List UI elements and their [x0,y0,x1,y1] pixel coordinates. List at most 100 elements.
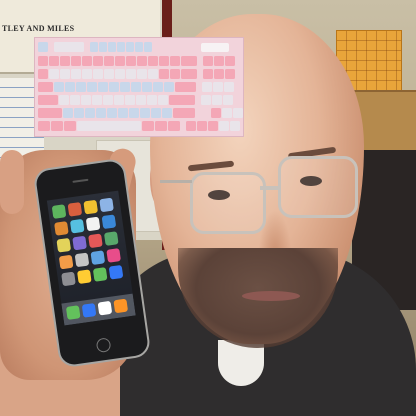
keyboard-row [38,121,240,131]
keyboard-key [214,69,224,79]
keyboard-key [164,82,174,92]
keyboard-key [38,69,48,79]
app-icon [83,199,99,215]
keyboard-key [38,56,48,66]
keyboard-key [214,56,224,66]
keyboard-key [54,82,64,92]
keyboard-key [38,42,48,52]
keyboard-gap [197,82,201,92]
keyboard-key [77,121,141,131]
keyboard-key [129,108,139,118]
app-icon [56,237,72,253]
keyboard-key [96,108,106,118]
keyboard-key [136,95,146,105]
keyboard-key [104,56,114,66]
keyboard-logo-area [201,43,229,52]
keyboard-key [222,108,232,118]
app-icon [51,204,67,219]
keyboard-key [49,56,59,66]
keyboard-key [82,56,92,66]
keyboard-key [51,121,63,131]
keyboard-key [159,56,169,66]
app-icon [74,252,90,268]
keyboard-key [168,121,180,131]
keyboard-key [142,82,152,92]
keyboard-key [103,95,113,105]
app-icon [106,248,121,263]
keyboard-key [108,42,116,52]
keyboard-key [212,95,222,105]
keyboard-key [201,95,211,105]
keyboard-key [65,82,75,92]
keyboard-key [197,121,207,131]
keyboard-key [213,82,223,92]
keyboard-row [38,95,233,105]
keyboard-key [109,82,119,92]
phone-dock [61,293,136,326]
keyboard-key [115,69,125,79]
keyboard-key [140,108,150,118]
keyboard-key [144,42,152,52]
keyboard-key [126,56,136,66]
keyboard-key [181,56,197,66]
keyboard-key [98,82,108,92]
mouth [242,291,300,301]
keyboard-key [81,95,91,105]
keyboard-key [135,42,143,52]
phone-speaker [72,178,89,183]
keyboard-key [99,42,107,52]
keyboard-key [203,56,213,66]
keyboard-key [82,69,92,79]
keyboard-gap [196,95,200,105]
keyboard-key [148,56,158,66]
keyboard-key [225,69,235,79]
dock-app-icon [65,305,81,320]
keyboard-key [147,95,157,105]
keyboard-key [170,56,180,66]
keyboard-key [223,95,233,105]
app-icon [69,218,85,234]
dock-app-icon [81,303,97,318]
home-button [95,337,112,354]
keyboard-key [186,121,196,131]
keyboard-key [49,69,59,79]
keyboard-key [230,121,240,131]
keyboard-key [64,121,76,131]
keyboard-key [115,56,125,66]
keyboard-key [70,95,80,105]
keyboard-key [90,42,98,52]
keyboard-key [126,69,136,79]
keyboard-key [38,95,58,105]
keyboard-gap [181,121,185,131]
app-icon [88,233,103,249]
app-icon [90,250,106,265]
keyboard-key [169,95,195,105]
keyboard-row [38,42,152,52]
keyboard-gap [196,108,210,118]
app-icon [103,231,119,246]
keyboard-key [181,69,197,79]
keyboard-key [202,82,212,92]
keyboard-gap [49,42,53,52]
keyboard-key [225,56,235,66]
keyboard-key [211,108,221,118]
app-icon [101,214,117,230]
app-icon [72,235,87,251]
keyboard-key [60,69,70,79]
keyboard-key [107,108,117,118]
dock-icons [65,298,129,320]
keyboard-key [104,69,114,79]
wall-sign-text: TLEY AND MILES [2,24,75,33]
app-icon-grid [51,197,127,287]
keyboard-key [92,95,102,105]
keyboard-key [148,69,158,79]
keyboard-key [158,95,168,105]
keyboard-row [38,108,243,118]
keyboard-key [120,82,130,92]
finger [0,150,24,214]
keyboard-key [93,56,103,66]
app-icon [99,197,114,213]
app-icon [61,271,76,287]
keyboard-gap [198,69,202,79]
keyboard-overlay [34,37,244,137]
